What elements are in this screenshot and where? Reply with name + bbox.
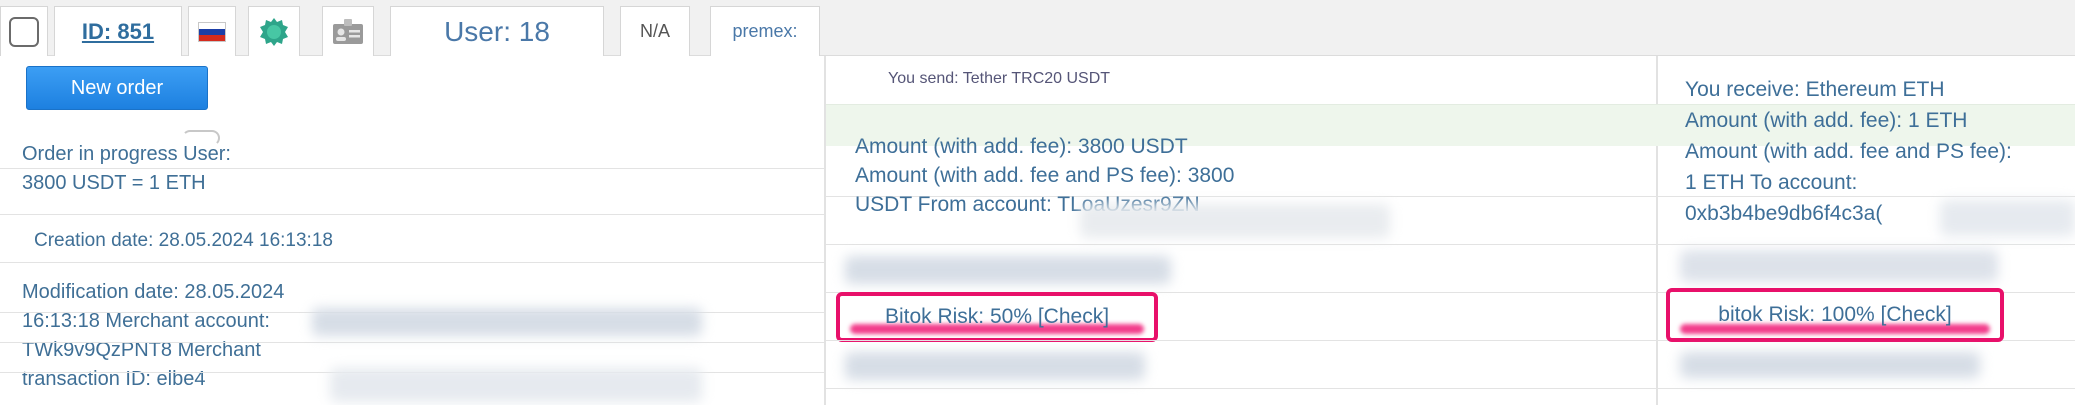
premex-tab: premex: [710,6,820,56]
redacted-field [1680,250,1998,282]
order-id-link[interactable]: ID: 851 [82,19,154,45]
redacted-field [1940,200,2075,236]
redacted-field [330,368,702,402]
row-divider [0,262,824,263]
user-label: User: 18 [444,15,550,47]
row-divider [0,342,824,343]
na-tab: N/A [620,6,690,56]
order-header-bar: ID: 851 User: 18 N/A premex: [0,0,2075,56]
send-currency-title: You send: Tether TRC20 USDT [888,70,1111,87]
receive-risk-label: bitok Risk: 100% [Check] [1718,303,1952,326]
country-tab [188,6,236,56]
user-tab[interactable]: User: 18 [390,6,604,56]
select-order-checkbox[interactable] [9,16,39,47]
order-id-tab: ID: 851 [54,6,182,56]
na-label: N/A [639,21,670,41]
row-divider [826,388,2075,389]
row-divider [0,214,824,215]
creation-date: Creation date: 28.05.2024 16:13:18 [34,230,333,251]
redacted-field [1680,352,1980,378]
redacted-field [845,256,1171,284]
card-tab [322,6,374,56]
redacted-field [1080,204,1390,238]
send-risk-check[interactable]: Bitok Risk: 50% [Check] [836,292,1158,342]
redacted-field [312,308,702,336]
russia-flag-icon [198,21,226,42]
id-card-icon [333,18,363,44]
send-risk-label: Bitok Risk: 50% [Check] [884,305,1110,328]
select-tab [0,6,48,56]
premex-label: premex: [732,21,798,41]
redacted-field [845,352,1145,380]
badge-tab [248,6,300,56]
row-divider [826,244,2075,245]
new-badge-icon [260,17,288,46]
order-status-text: Order in progress User: 3800 USDT = 1 ET… [22,143,231,194]
new-order-button[interactable]: New order [26,66,208,110]
receive-risk-check[interactable]: bitok Risk: 100% [Check] [1666,288,2004,342]
order-details-text: Modification date: 28.05.2024 16:13:18 M… [22,281,285,390]
